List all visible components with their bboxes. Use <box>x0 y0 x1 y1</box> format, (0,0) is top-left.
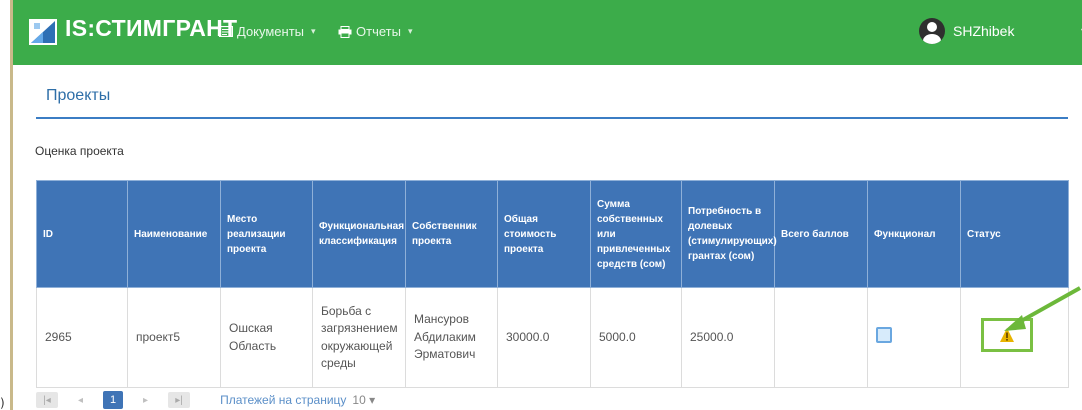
table-header-row: ID Наименование Место реализации проекта… <box>36 180 1069 288</box>
chevron-down-icon: ▾ <box>311 26 316 36</box>
cell-classification: Борьба с загрязнением окружающей среды <box>312 287 406 388</box>
last-page-button[interactable]: ▸| <box>168 392 191 408</box>
section-label: Оценка проекта <box>35 144 124 158</box>
per-page-label: Платежей на страницу <box>220 393 347 407</box>
user-name: SHZhibek <box>953 23 1015 39</box>
column-header-owner[interactable]: Собственник проекта <box>405 180 498 288</box>
document-icon <box>219 26 233 37</box>
cell-total: 30000.0 <box>497 287 591 388</box>
column-header-score[interactable]: Всего баллов <box>774 180 868 288</box>
projects-table: ID Наименование Место реализации проекта… <box>36 180 1069 388</box>
nav-documents-label: Документы <box>237 24 305 39</box>
edge-fragment: ) <box>0 396 5 410</box>
cell-id: 2965 <box>36 287 128 388</box>
nav-reports-label: Отчеты <box>356 24 401 39</box>
current-page-button[interactable]: 1 <box>103 391 124 409</box>
brand-name[interactable]: IS:СТИМГРАНТ <box>65 15 237 42</box>
cell-place: Ошская Область <box>220 287 313 388</box>
column-header-own-funds[interactable]: Сумма собственных или привлеченных средс… <box>590 180 682 288</box>
avatar <box>919 18 945 44</box>
edit-icon[interactable] <box>876 326 892 343</box>
print-icon <box>338 25 352 38</box>
cell-owner: Мансуров Абдилаким Эрматович <box>405 287 498 388</box>
column-header-place[interactable]: Место реализации проекта <box>220 180 313 288</box>
page-title: Проекты <box>46 87 111 104</box>
top-navbar: IS:СТИМГРАНТ Документы ▾ Отчеты ▾ SHZhib… <box>13 0 1082 65</box>
nav-documents[interactable]: Документы ▾ <box>219 24 316 39</box>
pagination: |◂ ◂ 1 ▸ ▸| Платежей на страницу 10 ▾ <box>36 390 375 410</box>
next-page-button[interactable]: ▸ <box>143 395 148 406</box>
annotation-arrow-icon <box>1004 286 1081 331</box>
column-header-name[interactable]: Наименование <box>127 180 221 288</box>
prev-page-button[interactable]: ◂ <box>78 395 83 406</box>
cell-name: проект5 <box>127 287 221 388</box>
table-row[interactable]: 2965 проект5 Ошская Область Борьба с заг… <box>36 287 1069 388</box>
first-page-button[interactable]: |◂ <box>36 392 58 408</box>
nav-reports[interactable]: Отчеты ▾ <box>338 24 412 39</box>
cell-own-funds: 5000.0 <box>590 287 682 388</box>
per-page-select[interactable]: 10 ▾ <box>352 393 375 407</box>
column-header-actions[interactable]: Функционал <box>867 180 961 288</box>
column-header-grant-need[interactable]: Потребность в долевых (стимулирующих) гр… <box>681 180 777 288</box>
title-divider <box>36 117 1068 119</box>
chevron-down-icon: ▾ <box>407 26 413 36</box>
logo-icon[interactable] <box>29 19 57 45</box>
column-header-classification[interactable]: Функциональная классификация <box>312 180 406 288</box>
cell-grant-need: 25000.0 <box>681 287 775 388</box>
column-header-id[interactable]: ID <box>36 180 128 288</box>
column-header-total[interactable]: Общая стоимость проекта <box>497 180 591 288</box>
cell-actions <box>867 287 961 388</box>
cell-score <box>774 287 868 388</box>
user-menu[interactable]: SHZhibek <box>919 18 1014 44</box>
column-header-status[interactable]: Статус <box>960 180 1069 288</box>
